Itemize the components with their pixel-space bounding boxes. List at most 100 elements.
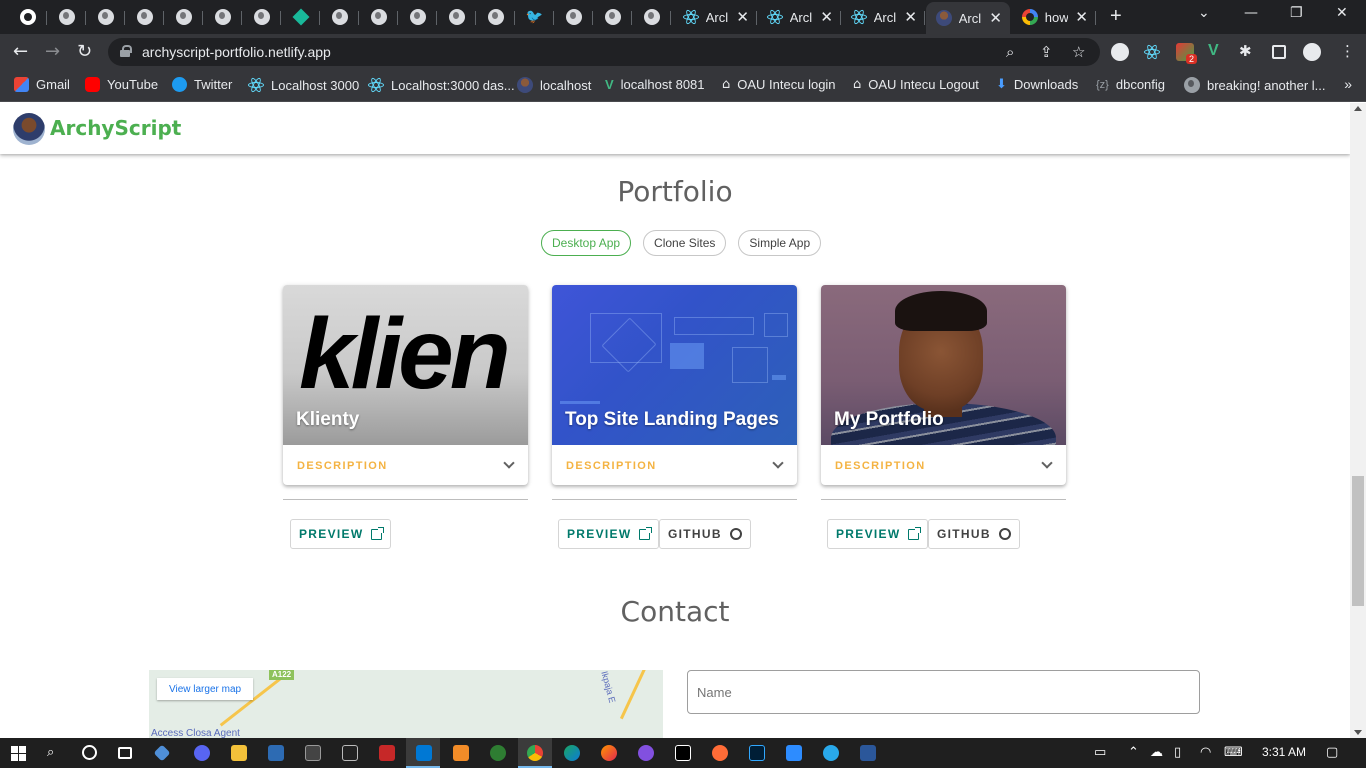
extension-profile-icon[interactable] [1111,43,1129,61]
rstudio-icon[interactable] [268,745,284,761]
github-button[interactable]: GITHUB [928,519,1020,549]
task-view-icon[interactable] [118,747,132,759]
tray-chevron-up-icon[interactable]: ⌃ [1128,745,1139,760]
extensions-puzzle-icon[interactable]: ✱ [1239,42,1252,60]
restore-button[interactable]: ❐ [1290,5,1303,21]
side-panel-icon[interactable] [1272,45,1286,59]
pinned-tab[interactable] [476,4,515,30]
preview-button[interactable]: PREVIEW [827,519,929,549]
notification-icon[interactable]: ▢ [1326,745,1338,760]
scroll-down-arrow[interactable] [1354,730,1362,735]
acrobat-icon[interactable] [379,745,395,761]
vue-devtools-icon[interactable]: V [1208,42,1226,60]
close-tab-icon[interactable]: ✕ [1075,8,1088,26]
cloud-icon[interactable]: ☁ [1150,745,1163,760]
word-icon[interactable] [860,745,876,761]
bookmarks-overflow-icon[interactable]: » [1344,76,1352,92]
cmd-icon[interactable] [342,745,358,761]
view-larger-map-button[interactable]: View larger map [157,678,254,700]
bookmark-dbconfig[interactable]: {z} dbconfig [1096,77,1165,92]
pinned-tab[interactable] [593,4,632,30]
close-window-button[interactable]: ✕ [1336,5,1348,21]
scrollbar-thumb[interactable] [1352,476,1364,606]
pinned-tab[interactable] [320,4,359,30]
bookmark-gmail[interactable]: Gmail [14,77,70,92]
address-bar[interactable]: archyscript-portfolio.netlify.app ⌕ ⇪ ☆ [108,38,1100,66]
close-tab-icon[interactable]: ✕ [989,9,1002,27]
bookmark-localhost-3000[interactable]: Localhost 3000 [248,76,359,94]
wifi-icon[interactable]: ◠ [1200,745,1211,760]
pinned-tab[interactable] [86,4,125,30]
github-desktop-icon[interactable] [638,745,654,761]
close-tab-icon[interactable]: ✕ [736,8,749,26]
back-button[interactable]: ← [13,41,28,62]
edge-icon[interactable] [564,745,580,761]
browser-tab[interactable]: Arcl ✕ [841,4,925,30]
bookmark-localhost[interactable]: localhost [517,77,591,93]
scroll-up-arrow[interactable] [1354,106,1362,111]
battery-icon[interactable]: ▯ [1174,745,1181,760]
contact-map[interactable]: A122 View larger map Access Closa Agent … [149,670,663,738]
page-scrollbar[interactable] [1350,103,1366,738]
pinned-tab[interactable] [203,4,242,30]
forward-button[interactable]: → [45,41,60,62]
vscode-icon[interactable] [416,745,432,761]
site-brand[interactable]: ArchyScript [50,116,181,140]
react-devtools-icon[interactable] [1144,43,1162,62]
cortana-icon[interactable] [82,745,97,760]
pinned-tab[interactable] [632,4,671,30]
menu-kebab-icon[interactable]: ⋮ [1340,42,1355,60]
browser-tab[interactable]: how ✕ [1012,4,1096,30]
bookmark-localhost-3000-dashboard[interactable]: Localhost:3000 das... [368,76,515,94]
virtualbox-icon[interactable] [153,744,171,762]
postman-icon[interactable] [712,745,728,761]
sublime-icon[interactable] [453,745,469,761]
windows-start-icon[interactable] [11,746,26,761]
taskbar-clock[interactable]: 3:31 AM [1262,745,1306,759]
terminal-icon[interactable] [305,745,321,761]
display-icon[interactable]: ▭ [1094,745,1106,760]
preview-button[interactable]: PREVIEW [558,519,660,549]
browser-tab[interactable]: Arcl ✕ [673,4,757,30]
pinned-tab[interactable] [281,4,320,30]
pinned-tab[interactable] [359,4,398,30]
share-icon[interactable]: ⇪ [1040,43,1053,61]
zoom-icon[interactable]: ⌕ [1006,43,1014,61]
filter-chip-clone-sites[interactable]: Clone Sites [643,230,727,256]
pinned-tab-github[interactable] [8,4,47,30]
bookmark-localhost-8081[interactable]: Vlocalhost 8081 [605,77,705,92]
zoom-icon[interactable] [786,745,802,761]
pinned-tab[interactable] [437,4,476,30]
pinned-tab[interactable] [164,4,203,30]
reload-button[interactable]: ↻ [77,41,92,62]
tab-search-chevron-icon[interactable]: ⌄ [1198,5,1210,21]
browser-tab-active[interactable]: Arcl ✕ [926,2,1010,34]
close-tab-icon[interactable]: ✕ [904,8,917,26]
description-toggle[interactable]: DESCRIPTION [821,445,1066,485]
firefox-icon[interactable] [601,745,617,761]
pinned-tab[interactable] [554,4,593,30]
pinned-tab[interactable] [125,4,164,30]
profile-icon[interactable] [1303,43,1321,61]
pinned-tab[interactable] [47,4,86,30]
name-input[interactable]: Name [687,670,1200,714]
photoshop-icon[interactable] [749,745,765,761]
search-icon[interactable]: ⌕ [47,745,54,760]
chrome-icon[interactable] [527,745,543,761]
pinned-tab-twitter[interactable]: 🐦 [515,4,554,30]
file-explorer-icon[interactable] [231,745,247,761]
avatar[interactable] [13,113,45,145]
telegram-icon[interactable] [823,745,839,761]
new-tab-button[interactable]: + [1110,5,1122,28]
app-icon[interactable] [490,745,506,761]
lock-icon[interactable] [120,45,132,57]
preview-button[interactable]: PREVIEW [290,519,392,549]
discord-icon[interactable] [194,745,210,761]
filter-chip-simple-app[interactable]: Simple App [738,230,822,256]
minimize-button[interactable]: — [1244,5,1258,21]
keyboard-icon[interactable]: ⌨ [1224,745,1243,760]
bookmark-twitter[interactable]: Twitter [172,77,232,92]
bookmark-youtube[interactable]: YouTube [85,77,158,92]
description-toggle[interactable]: DESCRIPTION [552,445,797,485]
pinned-tab[interactable] [242,4,281,30]
